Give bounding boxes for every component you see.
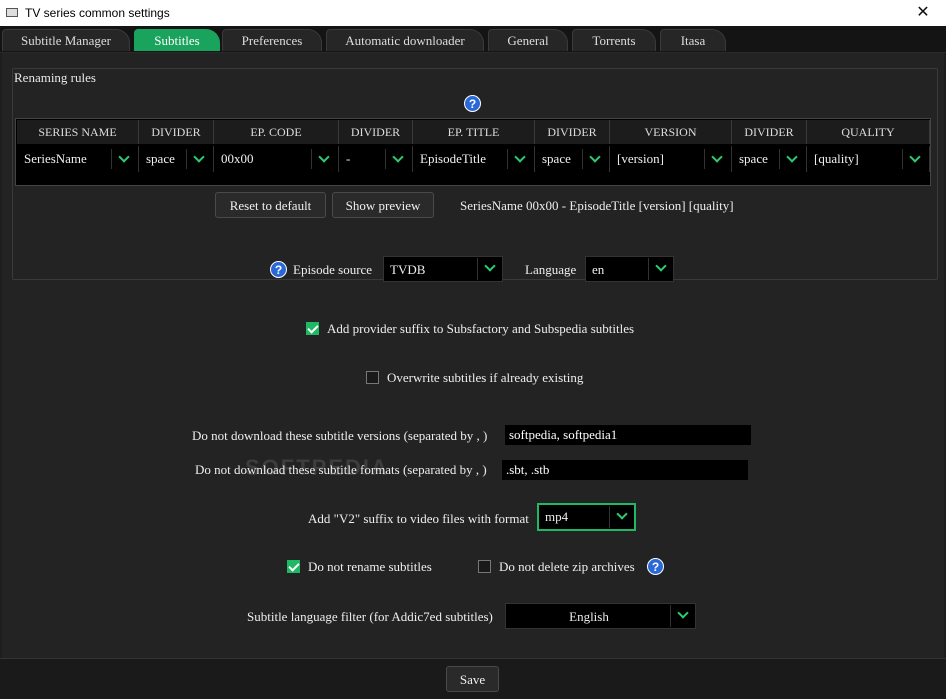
provider-suffix-checkbox[interactable] [306,322,319,335]
no-rename-label: Do not rename subtitles [308,559,432,574]
header-divider-2: DIVIDER [339,120,413,144]
ep-title-value: EpisodeTitle [420,151,486,166]
window-title: TV series common settings [25,6,170,20]
zip-help-icon[interactable]: ? [647,558,664,575]
divider-2-select[interactable]: - [339,146,413,172]
tab-general[interactable]: General [488,29,568,51]
header-ep-code: EP. CODE [214,120,339,144]
chevron-down-icon[interactable] [186,149,213,169]
header-quality: QUALITY [807,120,930,144]
lang-filter-value: English [569,609,609,624]
title-bar: TV series common settings ✕ [0,0,946,26]
v2-suffix-label: Add "V2" suffix to video files with form… [308,511,529,526]
lang-filter-select[interactable]: English [505,603,696,629]
close-icon[interactable]: ✕ [900,0,946,26]
tab-preferences[interactable]: Preferences [222,29,322,51]
reset-to-default-button[interactable]: Reset to default [215,192,326,218]
tab-subtitles[interactable]: Subtitles [134,29,220,51]
overwrite-label: Overwrite subtitles if already existing [387,370,584,385]
header-divider-1: DIVIDER [139,120,214,144]
tab-bar: Subtitle Manager Subtitles Preferences A… [0,26,946,53]
show-preview-button[interactable]: Show preview [332,192,434,218]
tab-itasa[interactable]: Itasa [660,29,726,51]
episode-source-select[interactable]: TVDB [383,256,503,282]
renaming-rules-label: Renaming rules [14,70,96,85]
divider-4-value: space [739,151,768,166]
header-ep-title: EP. TITLE [413,120,535,144]
renaming-help-icon[interactable]: ? [464,95,481,112]
chevron-down-icon[interactable] [902,149,929,169]
divider-3-select[interactable]: space [535,146,610,172]
chevron-down-icon[interactable] [477,258,502,280]
chevron-down-icon[interactable] [609,506,634,528]
chevron-down-icon[interactable] [779,149,806,169]
v2-format-select[interactable]: mp4 [537,503,636,531]
divider-2-value: - [346,151,351,166]
language-label: Language [525,262,577,277]
renaming-rules-table: SERIES NAME DIVIDER EP. CODE DIVIDER EP.… [15,118,931,186]
footer-bar: Save [0,658,946,699]
exclude-versions-label: Do not download these subtitle versions … [192,428,488,443]
exclude-versions-input[interactable]: softpedia, softpedia1 [505,425,751,445]
overwrite-checkbox[interactable] [366,371,379,384]
chevron-down-icon[interactable] [385,149,412,169]
watermark: SOFTPEDIA [245,455,389,480]
chevron-down-icon[interactable] [582,149,609,169]
version-value: [version] [617,151,664,166]
episode-source-help-icon[interactable]: ? [270,261,287,278]
exclude-formats-input[interactable]: .sbt, .stb [502,460,748,480]
chevron-down-icon[interactable] [704,149,731,169]
save-button[interactable]: Save [446,666,499,692]
ep-code-select[interactable]: 00x00 [214,146,339,172]
chevron-down-icon[interactable] [507,149,534,169]
language-value: en [592,262,605,277]
tab-subtitle-manager[interactable]: Subtitle Manager [2,29,130,51]
quality-select[interactable]: [quality] [807,146,930,172]
series-name-select[interactable]: SeriesName [17,146,139,172]
no-delete-zip-label: Do not delete zip archives [499,559,635,574]
language-select[interactable]: en [585,256,674,282]
chevron-down-icon[interactable] [311,149,338,169]
ep-code-value: 00x00 [221,151,254,166]
v2-format-value: mp4 [545,509,569,524]
chevron-down-icon[interactable] [670,605,695,627]
chevron-down-icon[interactable] [111,149,138,169]
quality-value: [quality] [814,151,859,166]
no-delete-zip-checkbox[interactable] [478,560,491,573]
divider-1-select[interactable]: space [139,146,214,172]
tab-torrents[interactable]: Torrents [572,29,656,51]
series-name-value: SeriesName [24,151,87,166]
divider-1-value: space [146,151,175,166]
episode-source-value: TVDB [390,262,426,277]
divider-4-select[interactable]: space [732,146,807,172]
ep-title-select[interactable]: EpisodeTitle [413,146,535,172]
divider-3-value: space [542,151,571,166]
episode-source-label: Episode source [293,262,373,277]
provider-suffix-label: Add provider suffix to Subsfactory and S… [327,321,635,336]
no-rename-checkbox[interactable] [287,560,300,573]
lang-filter-label: Subtitle language filter (for Addic7ed s… [247,609,493,624]
tab-automatic-downloader[interactable]: Automatic downloader [326,29,484,51]
chevron-down-icon[interactable] [648,258,673,280]
preview-text: SeriesName 00x00 - EpisodeTitle [version… [460,198,734,213]
version-select[interactable]: [version] [610,146,732,172]
header-version: VERSION [610,120,732,144]
app-icon [6,8,18,17]
header-series-name: SERIES NAME [17,120,139,144]
header-divider-3: DIVIDER [535,120,610,144]
header-divider-4: DIVIDER [732,120,807,144]
